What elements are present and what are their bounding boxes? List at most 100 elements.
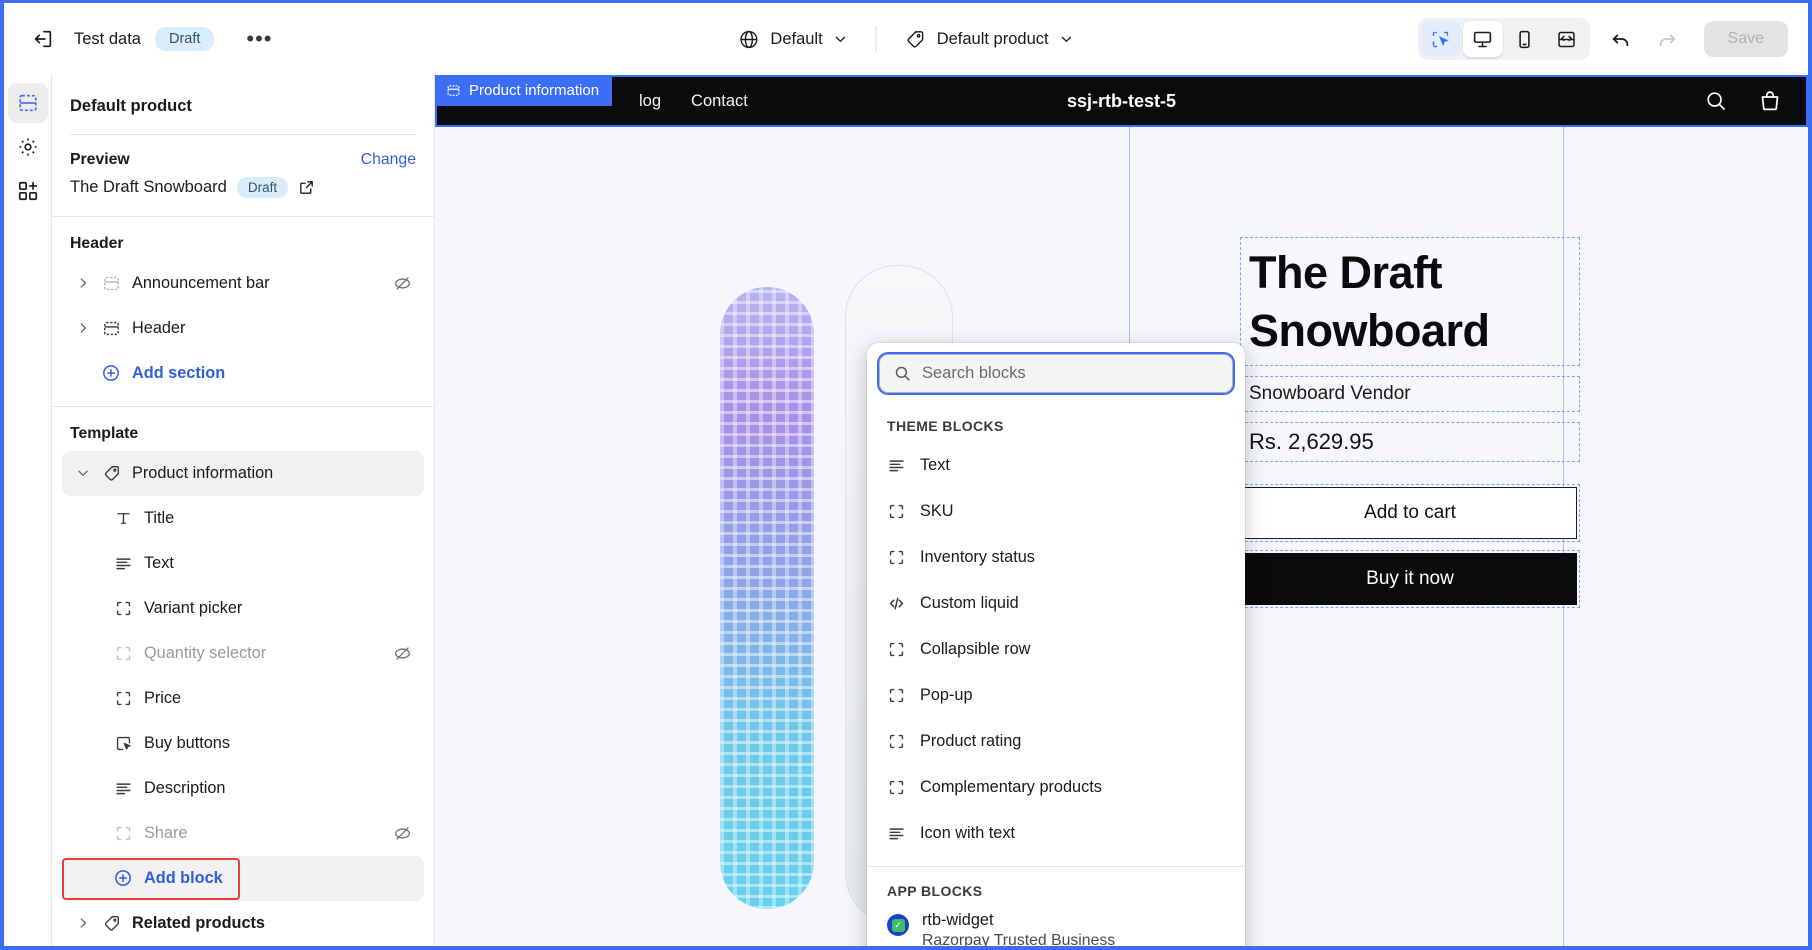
add-to-cart-block[interactable]: Add to cart xyxy=(1240,484,1580,543)
search-blocks-field[interactable] xyxy=(879,354,1233,393)
product-price-block[interactable]: Rs. 2,629.95 xyxy=(1240,422,1580,463)
block-option-text[interactable]: Text xyxy=(867,442,1245,488)
buy-it-now-button[interactable]: Buy it now xyxy=(1243,553,1577,606)
sidebar-block-label: Price xyxy=(144,688,182,707)
template-label: Default product xyxy=(936,29,1049,48)
text-icon xyxy=(887,456,906,475)
block-option-label: Pop-up xyxy=(920,685,973,704)
sidebar-block-label: Title xyxy=(144,508,175,527)
hidden-eye-icon[interactable] xyxy=(393,824,416,843)
block-option-label: Custom liquid xyxy=(920,593,1019,612)
plus-circle-icon xyxy=(108,868,138,888)
add-section-label: Add section xyxy=(132,363,226,382)
block-icon xyxy=(108,644,138,663)
add-block-button[interactable]: Add block xyxy=(62,855,424,901)
change-preview-link[interactable]: Change xyxy=(361,151,416,169)
apps-icon[interactable] xyxy=(8,171,48,211)
sections-icon[interactable] xyxy=(7,83,48,123)
preview-status-badge: Draft xyxy=(236,176,289,198)
sidebar-block-quantity-selector[interactable]: Quantity selector xyxy=(62,631,424,676)
sidebar-section-announcement-bar[interactable]: Announcement bar xyxy=(62,261,424,306)
board-pattern xyxy=(720,287,814,909)
shield-check-icon: ✓ xyxy=(891,918,905,932)
block-option-pop-up[interactable]: Pop-up xyxy=(867,672,1245,718)
text-icon xyxy=(108,554,138,573)
app-blocks-title: APP BLOCKS xyxy=(887,883,983,899)
product-vendor-block[interactable]: Snowboard Vendor xyxy=(1240,376,1580,413)
block-option-label: Text xyxy=(920,455,950,474)
text-icon xyxy=(887,824,906,843)
mobile-icon[interactable] xyxy=(1505,21,1545,57)
left-icon-rail xyxy=(4,75,52,946)
product-image-left[interactable] xyxy=(720,287,814,909)
cart-icon[interactable] xyxy=(1758,89,1782,113)
save-button[interactable]: Save xyxy=(1703,21,1788,57)
block-icon xyxy=(887,778,906,797)
sidebar-block-buy-buttons[interactable]: Buy buttons xyxy=(62,721,424,766)
sidebar-block-price[interactable]: Price xyxy=(62,676,424,721)
sidebar-section-product-information[interactable]: Product information xyxy=(62,450,424,496)
search-icon[interactable] xyxy=(1704,89,1728,113)
header-group-title: Header xyxy=(70,234,124,252)
block-option-complementary-products[interactable]: Complementary products xyxy=(867,764,1245,810)
sidebar-block-title[interactable]: Title xyxy=(62,496,424,541)
block-option-label: Inventory status xyxy=(920,547,1035,566)
desktop-icon[interactable] xyxy=(1462,21,1503,57)
undo-icon[interactable] xyxy=(1600,18,1642,60)
block-option-inventory-status[interactable]: Inventory status xyxy=(867,534,1245,580)
block-option-custom-liquid[interactable]: Custom liquid xyxy=(867,580,1245,626)
buy-it-now-block[interactable]: Buy it now xyxy=(1240,550,1580,609)
block-option-label: Icon with text xyxy=(920,823,1016,842)
more-actions-button[interactable]: ••• xyxy=(236,25,282,53)
sidebar-section-label: Announcement bar xyxy=(132,273,270,292)
external-link-icon[interactable] xyxy=(298,179,315,196)
popover-search-wrap xyxy=(867,343,1245,402)
preview-row: Preview Change xyxy=(52,135,434,171)
block-option-label: Collapsible row xyxy=(920,639,1031,658)
sidebar-section-header[interactable]: Header xyxy=(62,306,424,351)
chevron-down-icon[interactable] xyxy=(70,466,96,480)
sidebar-block-share[interactable]: Share xyxy=(62,811,424,856)
fullscreen-icon[interactable] xyxy=(1547,21,1587,57)
hidden-eye-icon[interactable] xyxy=(393,274,416,293)
sidebar-block-text[interactable]: Text xyxy=(62,541,424,586)
gear-icon[interactable] xyxy=(8,127,48,167)
preview-product-name: The Draft Snowboard xyxy=(70,177,227,196)
chevron-right-icon[interactable] xyxy=(70,321,96,335)
sidebar-section-related-products[interactable]: Related products xyxy=(62,901,424,946)
block-option-sku[interactable]: SKU xyxy=(867,488,1245,534)
hidden-eye-icon[interactable] xyxy=(393,644,416,663)
block-option-product-rating[interactable]: Product rating xyxy=(867,718,1245,764)
chevron-right-icon[interactable] xyxy=(70,916,96,930)
search-icon xyxy=(893,364,912,383)
page-title: Test data xyxy=(74,29,141,48)
locale-selector[interactable]: Default xyxy=(724,21,861,58)
inspector-icon[interactable] xyxy=(1420,21,1461,57)
app-block-subtitle: Razorpay Trusted Business xyxy=(922,932,1116,946)
title-icon xyxy=(108,509,138,528)
template-group-title: Template xyxy=(70,424,139,442)
search-input[interactable] xyxy=(922,364,1219,383)
nav-link-blog[interactable]: log xyxy=(639,92,661,111)
buy-buttons-icon xyxy=(108,734,138,753)
exit-icon[interactable] xyxy=(22,18,64,60)
nav-link-contact[interactable]: Contact xyxy=(691,92,748,111)
plus-circle-icon xyxy=(96,363,126,383)
template-selector[interactable]: Default product xyxy=(891,21,1088,58)
block-option-collapsible-row[interactable]: Collapsible row xyxy=(867,626,1245,672)
chevron-right-icon[interactable] xyxy=(70,276,96,290)
tag-icon xyxy=(905,29,926,50)
add-section-button[interactable]: Add section xyxy=(62,351,424,396)
sidebar-block-description[interactable]: Description xyxy=(62,766,424,811)
block-option-icon-with-text[interactable]: Icon with text xyxy=(867,810,1245,856)
sidebar-block-label: Variant picker xyxy=(144,598,243,617)
sidebar-block-label: Text xyxy=(144,553,174,572)
view-mode-group xyxy=(1417,18,1590,60)
text-icon xyxy=(108,779,138,798)
preview-pane: Product information log Contact ssj-rtb-… xyxy=(435,75,1808,946)
product-title-block[interactable]: The Draft Snowboard xyxy=(1240,237,1580,367)
theme-blocks-title: THEME BLOCKS xyxy=(887,418,1004,434)
add-to-cart-button[interactable]: Add to cart xyxy=(1243,487,1577,540)
sidebar-block-variant-picker[interactable]: Variant picker xyxy=(62,586,424,631)
app-block-rtb-widget[interactable]: ✓ rtb-widget Razorpay Trusted Business xyxy=(867,907,1245,946)
